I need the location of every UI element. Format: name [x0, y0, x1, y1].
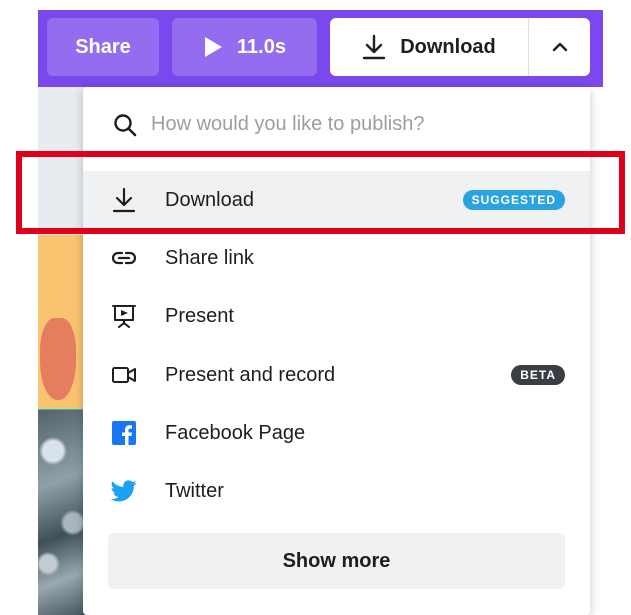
canvas-photo	[38, 410, 88, 615]
twitter-icon	[111, 478, 137, 504]
download-button[interactable]: Download	[330, 18, 528, 76]
menu-item-label: Share link	[165, 246, 254, 269]
play-button[interactable]: 11.0s	[172, 18, 317, 76]
menu-item-label: Twitter	[165, 479, 224, 502]
download-options-toggle[interactable]	[528, 18, 590, 76]
present-icon	[111, 303, 137, 329]
highlight-annotation	[16, 151, 625, 234]
play-icon	[205, 37, 223, 57]
play-duration: 11.0s	[237, 35, 286, 58]
record-icon	[111, 362, 137, 388]
beta-badge: BETA	[511, 365, 565, 385]
download-icon	[363, 34, 386, 60]
share-button[interactable]: Share	[47, 18, 159, 76]
download-button-label: Download	[400, 35, 496, 58]
menu-item-share-link[interactable]: Share link	[83, 229, 590, 287]
show-more-button[interactable]: Show more	[108, 533, 565, 589]
menu-item-present-and-record[interactable]: Present and record BETA	[83, 346, 590, 404]
share-button-label: Share	[75, 35, 131, 58]
canvas-shape	[40, 318, 76, 400]
menu-item-facebook-page[interactable]: Facebook Page	[83, 404, 590, 462]
menu-item-twitter[interactable]: Twitter	[83, 462, 590, 520]
facebook-icon	[111, 420, 137, 446]
menu-item-label: Present and record	[165, 363, 336, 386]
chevron-up-icon	[552, 42, 567, 52]
publish-search-input[interactable]	[151, 113, 531, 136]
menu-item-label: Facebook Page	[165, 421, 306, 444]
search-icon	[114, 113, 137, 136]
editor-toolbar: Share 11.0s Download	[38, 10, 603, 87]
link-icon	[111, 245, 137, 271]
menu-item-label: Present	[165, 304, 234, 327]
menu-item-present[interactable]: Present	[83, 287, 590, 345]
